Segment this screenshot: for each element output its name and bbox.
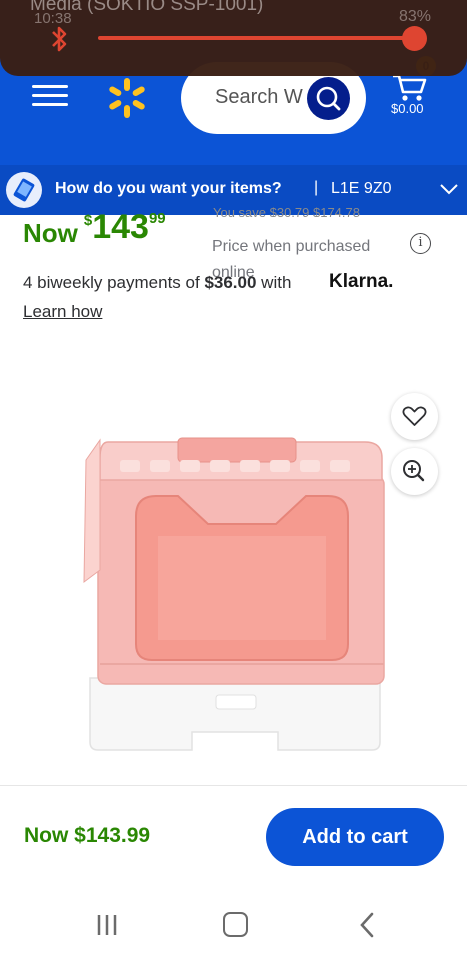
- chevron-down-icon: [440, 184, 458, 195]
- price-dollars: 143: [92, 208, 149, 246]
- delivery-icon: [6, 172, 42, 208]
- klarna-payments-text: 4 biweekly payments of $36.00 with: [23, 273, 291, 293]
- delivery-separator: |: [314, 179, 319, 196]
- home-icon[interactable]: [223, 912, 248, 937]
- search-button[interactable]: [307, 77, 350, 120]
- klarna-suffix: with: [261, 273, 292, 292]
- klarna-logo: Klarna.: [329, 271, 394, 292]
- recent-apps-icon[interactable]: [95, 914, 119, 936]
- bluetooth-icon: [52, 26, 67, 52]
- savings-text: You save $30.79 $174.78: [213, 205, 360, 217]
- add-to-favorites-button[interactable]: [391, 393, 438, 440]
- price-cents: 99: [148, 210, 166, 227]
- heart-icon: [402, 406, 427, 426]
- walmart-spark-logo[interactable]: [105, 76, 149, 120]
- klarna-prefix: 4 biweekly payments of: [23, 273, 200, 292]
- menu-icon[interactable]: [30, 80, 70, 112]
- add-to-cart-button[interactable]: Add to cart: [266, 808, 444, 866]
- system-navigation-bar: [0, 890, 467, 960]
- search-placeholder: Search W: [215, 86, 303, 108]
- volume-slider-handle[interactable]: [402, 26, 427, 51]
- divider: [0, 785, 467, 786]
- klarna-amount: $36.00: [204, 273, 257, 292]
- battery-level: 83%: [398, 8, 431, 25]
- learn-how-link[interactable]: Learn how: [23, 302, 102, 322]
- zoom-in-icon: [403, 460, 425, 482]
- volume-overlay: Media (SOKTIO SSP-1001) 10:38 83%: [0, 0, 467, 76]
- back-icon[interactable]: [356, 911, 378, 939]
- price-currency: $: [83, 212, 93, 229]
- search-icon: [316, 86, 341, 111]
- postal-code: L1E 9Z0: [331, 180, 392, 197]
- price-now-label: Now: [23, 218, 78, 248]
- current-price: Now $14399: [23, 206, 166, 248]
- volume-slider[interactable]: [98, 36, 416, 40]
- zoom-button[interactable]: [391, 448, 438, 495]
- delivery-question: How do you want your items?: [55, 180, 282, 197]
- info-icon[interactable]: i: [410, 233, 431, 254]
- product-image[interactable]: [80, 420, 390, 760]
- sticky-price: Now $143.99: [24, 824, 151, 847]
- cart-total: $0.00: [391, 101, 424, 116]
